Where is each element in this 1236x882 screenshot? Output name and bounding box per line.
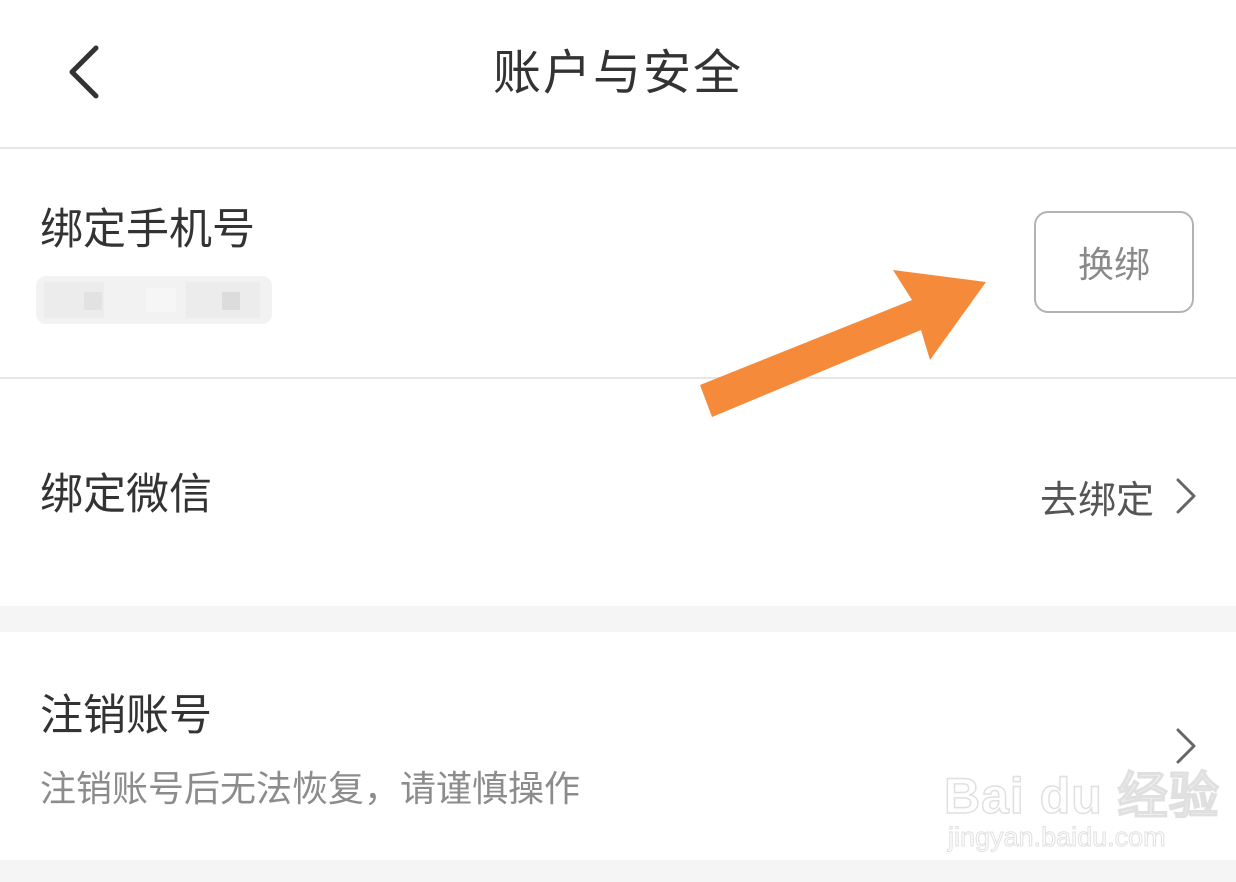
bind-phone-label: 绑定手机号 [40,205,255,255]
cancel-account-label: 注销账号 [40,691,212,741]
rebind-button[interactable]: 换绑 [1034,211,1194,313]
bind-wechat-action-label: 去绑定 [1040,477,1155,522]
bottom-gap [0,860,1236,882]
phone-divider [0,377,1236,379]
top-bar: 账户与安全 [0,0,1236,148]
bind-wechat-label: 绑定微信 [40,470,212,520]
chevron-right-icon [1176,478,1196,514]
masked-phone-number [36,272,272,328]
section-separator [0,606,1236,632]
watermark-url: jingyan.baidu.com [948,822,1167,853]
page-title: 账户与安全 [492,45,743,101]
watermark-logo: Bai du 经验 [943,767,1220,825]
baidu-jingyan-watermark: Bai du 经验 jingyan.baidu.com [943,748,1219,858]
header-divider [0,147,1236,149]
bind-wechat-button[interactable]: 去绑定 [1040,466,1198,526]
cancel-account-hint: 注销账号后无法恢复，请谨慎操作 [40,769,581,810]
